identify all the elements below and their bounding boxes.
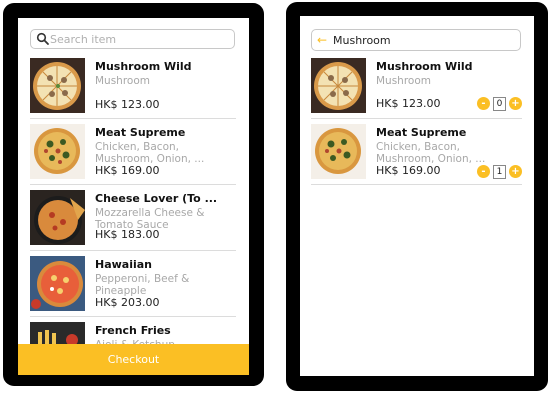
search-icon xyxy=(36,32,49,45)
item-price: HK$ 123.00 xyxy=(95,98,160,111)
item-description: Mushroom xyxy=(95,75,151,87)
list-item-hawaiian[interactable]: Hawaiian Pepperoni, Beef & Pineapple HK$… xyxy=(30,256,236,318)
list-item-mushroom-wild[interactable]: Mushroom Wild Mushroom HK$ 123.00 xyxy=(30,58,236,120)
item-name: Mushroom Wild xyxy=(95,60,192,73)
item-price: HK$ 203.00 xyxy=(95,296,160,309)
search-input[interactable] xyxy=(333,30,513,50)
search-input[interactable] xyxy=(50,30,230,48)
list-item-cheese-lover[interactable]: Cheese Lover (To ... Mozzarella Cheese &… xyxy=(30,190,236,252)
item-name: Meat Supreme xyxy=(376,126,467,139)
pizza-thumbnail xyxy=(30,190,85,245)
menu-screen: Mushroom Wild Mushroom HK$ 123.00 Meat S… xyxy=(18,18,249,375)
pizza-thumbnail xyxy=(30,124,85,179)
list-item-mushroom-wild[interactable]: Mushroom Wild Mushroom HK$ 123.00 - 0 + xyxy=(311,58,522,120)
divider xyxy=(30,316,236,317)
pizza-thumbnail xyxy=(311,58,366,113)
search-results-screen: ← Mushroom Wild Mushroom HK$ 123.00 xyxy=(300,16,534,376)
item-name: Meat Supreme xyxy=(95,126,186,139)
item-description: Pepperoni, Beef & Pineapple xyxy=(95,273,190,297)
phone-frame-left: Mushroom Wild Mushroom HK$ 123.00 Meat S… xyxy=(3,3,264,386)
divider xyxy=(311,118,522,119)
search-field[interactable] xyxy=(30,29,235,49)
pizza-thumbnail xyxy=(30,58,85,113)
increase-button[interactable]: + xyxy=(509,97,522,110)
quantity-value: 1 xyxy=(493,165,506,179)
item-price: HK$ 183.00 xyxy=(95,228,160,241)
checkout-button[interactable]: Checkout xyxy=(18,344,249,375)
item-description: Mushroom xyxy=(376,75,432,87)
back-arrow-icon[interactable]: ← xyxy=(317,33,327,47)
list-item-meat-supreme[interactable]: Meat Supreme Chicken, Bacon, Mushroom, O… xyxy=(311,124,522,186)
phone-frame-right: ← Mushroom Wild Mushroom HK$ 123.00 xyxy=(286,2,548,391)
quantity-value: 0 xyxy=(493,97,506,111)
divider xyxy=(30,250,236,251)
divider xyxy=(30,118,236,119)
pizza-thumbnail xyxy=(30,256,85,311)
item-price: HK$ 169.00 xyxy=(95,164,160,177)
item-price: HK$ 123.00 xyxy=(376,97,441,110)
item-name: Cheese Lover (To ... xyxy=(95,192,218,205)
pizza-thumbnail xyxy=(311,124,366,179)
divider xyxy=(30,184,236,185)
decrease-button[interactable]: - xyxy=(477,165,490,178)
quantity-stepper[interactable]: - 1 + xyxy=(477,165,522,179)
item-name: Hawaiian xyxy=(95,258,153,271)
search-field[interactable]: ← xyxy=(311,29,521,51)
divider xyxy=(311,184,522,185)
decrease-button[interactable]: - xyxy=(477,97,490,110)
item-description: Chicken, Bacon, Mushroom, Onion, ... xyxy=(376,141,486,165)
item-description: Chicken, Bacon, Mushroom, Onion, ... xyxy=(95,141,205,165)
increase-button[interactable]: + xyxy=(509,165,522,178)
item-name: French Fries xyxy=(95,324,171,337)
list-item-meat-supreme[interactable]: Meat Supreme Chicken, Bacon, Mushroom, O… xyxy=(30,124,236,186)
item-price: HK$ 169.00 xyxy=(376,164,441,177)
quantity-stepper[interactable]: - 0 + xyxy=(477,97,522,111)
item-name: Mushroom Wild xyxy=(376,60,473,73)
